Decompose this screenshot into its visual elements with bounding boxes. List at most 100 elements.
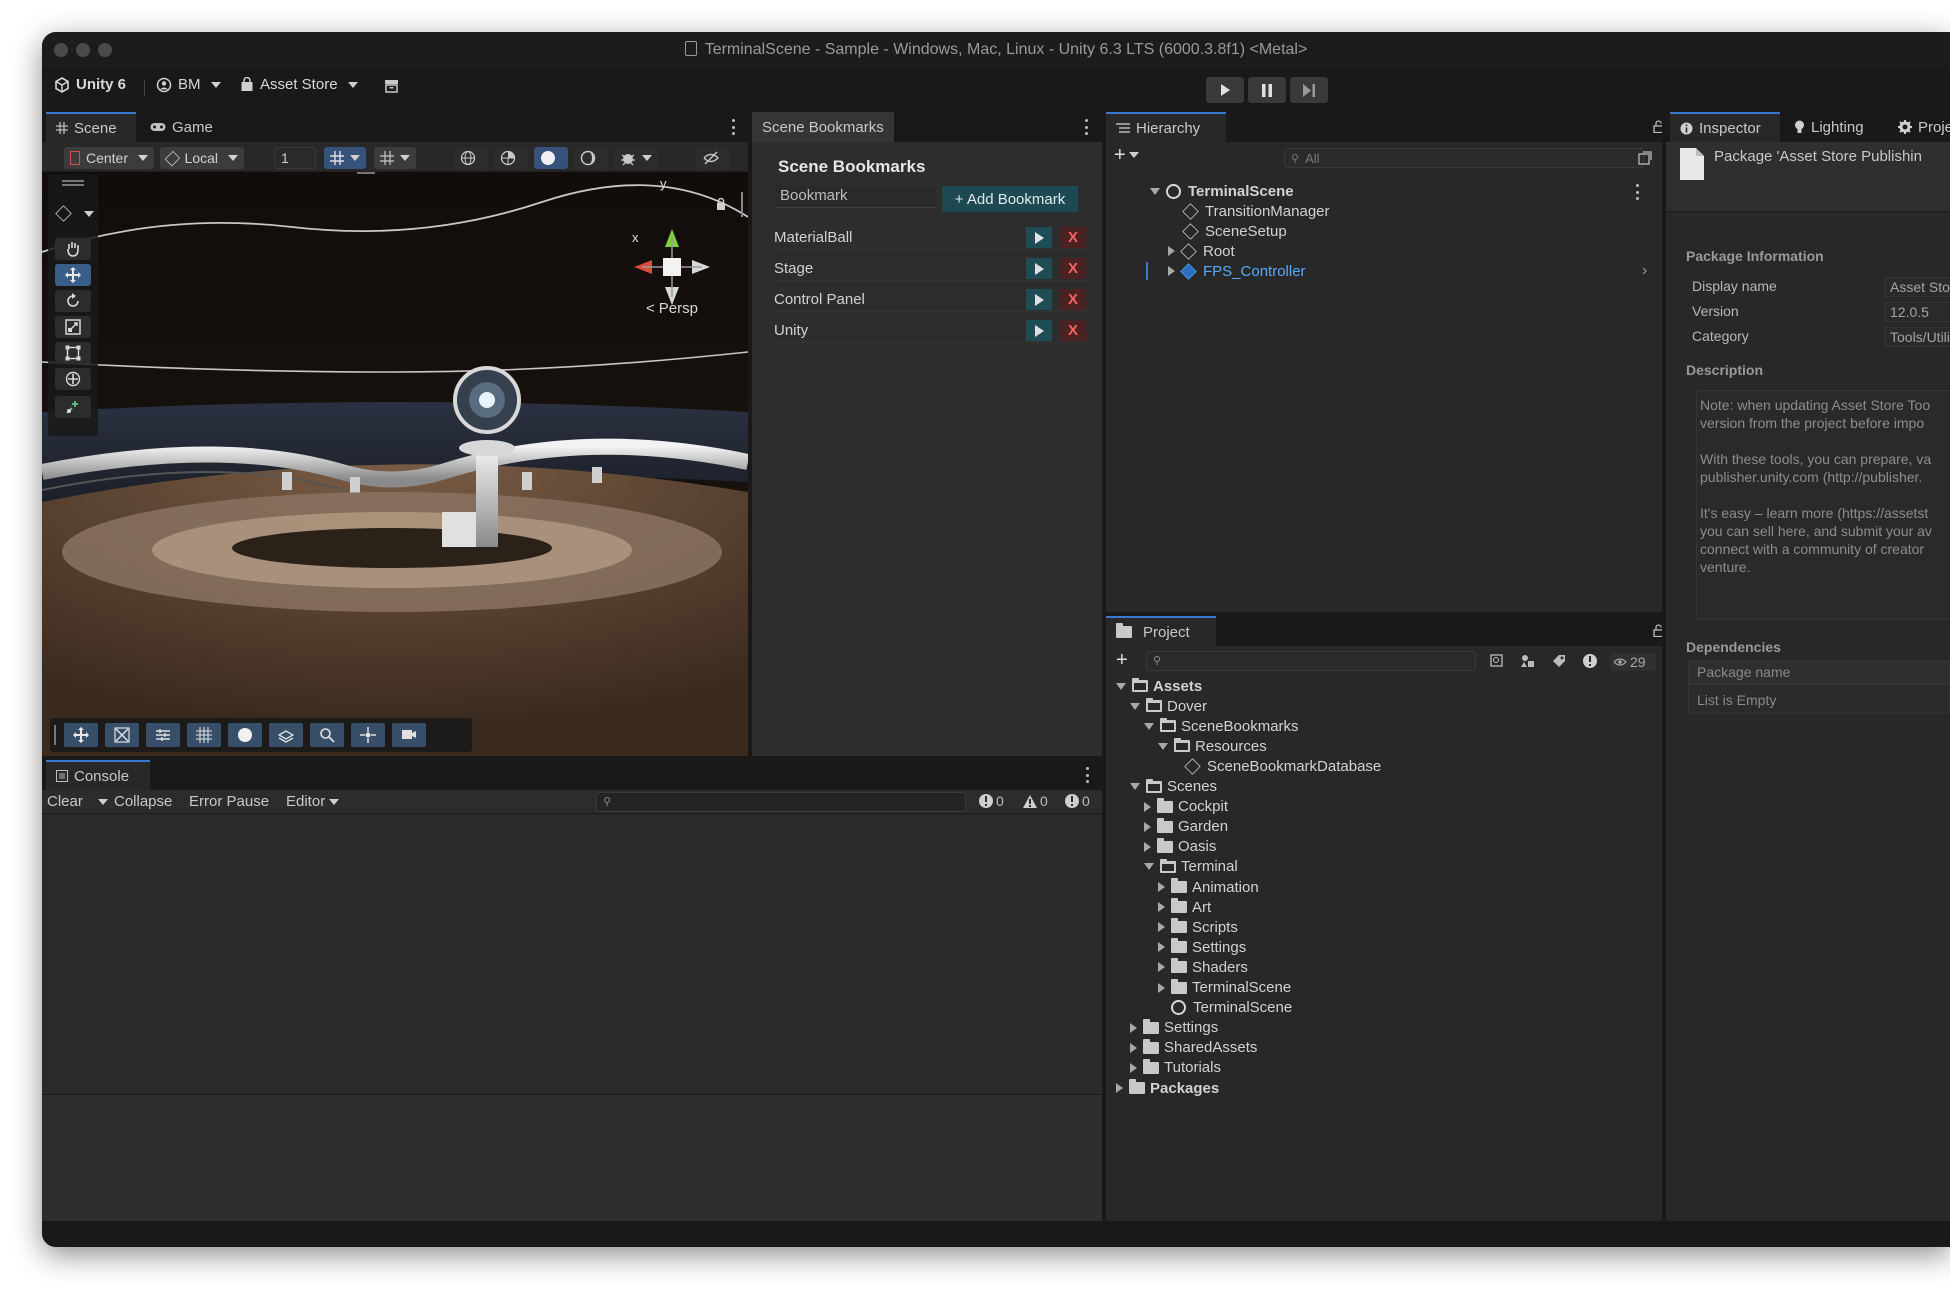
expand-arrow-icon[interactable] [1144, 801, 1151, 812]
hidden-packages-toggle[interactable]: 29 [1610, 653, 1656, 671]
project-tree-item[interactable]: Shaders [1158, 957, 1662, 977]
unity-version-button[interactable]: Unity 6 [54, 76, 126, 93]
project-tree-item[interactable]: Dover [1130, 696, 1662, 716]
tab-project-settings[interactable]: Proje [1888, 112, 1950, 142]
grid-visibility-toggle[interactable] [374, 147, 416, 169]
tab-console[interactable]: Console [46, 760, 150, 790]
editor-target-dropdown[interactable]: Editor [286, 793, 340, 810]
pivot-mode-dropdown[interactable]: Center [64, 147, 154, 169]
expand-arrow-icon[interactable] [1116, 682, 1126, 690]
effects-dropdown[interactable] [614, 147, 658, 169]
drag-handle-icon[interactable] [54, 725, 56, 745]
version-field[interactable]: 12.0.5 [1884, 302, 1950, 322]
create-asset-button[interactable]: + [1116, 650, 1128, 670]
info-circle-icon[interactable] [1582, 653, 1598, 669]
chevron-right-icon[interactable]: › [1642, 262, 1647, 280]
hierarchy-item[interactable]: Root [1168, 241, 1662, 261]
expand-arrow-icon[interactable] [1130, 1042, 1137, 1053]
scene-visibility-icon[interactable] [1638, 151, 1652, 165]
hierarchy-search-input[interactable]: ⚲ All [1284, 148, 1644, 168]
category-field[interactable]: Tools/Utili [1884, 327, 1950, 347]
tab-scene[interactable]: Scene [46, 112, 136, 142]
asset-store-dropdown[interactable]: Asset Store [240, 76, 358, 93]
tab-lighting[interactable]: Lighting [1784, 112, 1874, 142]
expand-arrow-icon[interactable] [1158, 882, 1165, 892]
expand-arrow-icon[interactable] [1158, 962, 1165, 973]
project-tree-item[interactable]: Scripts [1158, 917, 1662, 937]
expand-arrow-icon[interactable] [1158, 742, 1168, 750]
remove-bookmark-button[interactable]: X [1060, 289, 1086, 310]
grid-size-field[interactable]: 1 [274, 147, 316, 169]
hierarchy-item[interactable]: TransitionManager [1182, 201, 1662, 221]
unlit-mode-button[interactable] [574, 147, 608, 169]
scale-tool-button[interactable] [55, 316, 91, 338]
go-to-bookmark-button[interactable] [1026, 227, 1052, 248]
overlay-snap-button[interactable] [269, 723, 303, 747]
hierarchy-item[interactable]: FPS_Controller [1168, 261, 1662, 281]
rect-tool-button[interactable] [55, 342, 91, 364]
add-bookmark-button[interactable]: + Add Bookmark [942, 186, 1078, 212]
hidden-objects-toggle[interactable] [696, 147, 730, 169]
expand-arrow-icon[interactable] [1158, 982, 1165, 993]
project-search-input[interactable]: ⚲ [1146, 651, 1476, 671]
tab-scene-bookmarks[interactable]: Scene Bookmarks [752, 112, 894, 142]
search-by-type-icon[interactable] [1490, 654, 1504, 668]
expand-arrow-icon[interactable] [1168, 246, 1175, 256]
grid-snap-toggle[interactable] [324, 147, 366, 169]
remove-bookmark-button[interactable]: X [1060, 320, 1086, 341]
custom-tool-button[interactable] [55, 396, 91, 418]
remove-bookmark-button[interactable]: X [1060, 227, 1086, 248]
console-log-list[interactable] [42, 814, 1102, 1094]
console-menu-icon[interactable] [1086, 767, 1090, 783]
overlay-move-button[interactable] [64, 723, 98, 747]
expand-arrow-icon[interactable] [1130, 702, 1140, 710]
tab-inspector[interactable]: Inspector [1670, 112, 1780, 142]
project-tree-item[interactable]: TerminalScene [1158, 978, 1662, 998]
project-tree-item[interactable]: Tutorials [1130, 1058, 1662, 1078]
project-tree-item[interactable]: Oasis [1144, 837, 1662, 857]
error-filter-toggle[interactable]: 0 [1064, 793, 1090, 809]
project-tree-item[interactable]: Animation [1158, 877, 1662, 897]
display-name-field[interactable]: Asset Stor [1884, 277, 1950, 297]
expand-arrow-icon[interactable] [1150, 187, 1160, 195]
rotate-tool-button[interactable] [55, 290, 91, 312]
lock-icon[interactable] [716, 198, 726, 210]
project-tree-item[interactable]: Cockpit [1144, 797, 1662, 817]
console-search-input[interactable]: ⚲ [596, 792, 966, 812]
expand-arrow-icon[interactable] [1144, 722, 1154, 730]
project-tree-item[interactable]: SceneBookmarkDatabase [1172, 756, 1662, 776]
clear-button[interactable]: Clear [47, 793, 83, 810]
package-manager-button[interactable] [384, 79, 399, 93]
project-tree-item[interactable]: TerminalScene [1158, 998, 1662, 1018]
clear-options-dropdown[interactable] [98, 799, 108, 805]
expand-arrow-icon[interactable] [1158, 942, 1165, 953]
hierarchy-item[interactable]: SceneSetup [1182, 221, 1662, 241]
transform-tool-button[interactable] [55, 368, 91, 390]
bookmarks-menu-icon[interactable] [1085, 119, 1089, 135]
expand-arrow-icon[interactable] [1116, 1083, 1123, 1093]
label-tag-icon[interactable] [1552, 654, 1566, 668]
tab-game[interactable]: Game [140, 112, 223, 142]
go-to-bookmark-button[interactable] [1026, 289, 1052, 310]
warning-filter-toggle[interactable]: 0 [1022, 793, 1048, 809]
expand-arrow-icon[interactable] [1130, 783, 1140, 790]
overlay-align-button[interactable] [146, 723, 180, 747]
remove-bookmark-button[interactable]: X [1060, 258, 1086, 279]
tab-hierarchy[interactable]: Hierarchy [1106, 112, 1226, 142]
collapse-toggle[interactable]: Collapse [114, 793, 172, 810]
project-tree-item[interactable]: Resources [1158, 736, 1662, 756]
project-tree-item[interactable]: SceneBookmarks [1144, 716, 1662, 736]
project-tree-item[interactable]: Settings [1130, 1018, 1662, 1038]
overlay-sphere-button[interactable] [228, 723, 262, 747]
project-tree-item[interactable]: SharedAssets [1130, 1038, 1662, 1058]
bookmark-name-input[interactable]: Bookmark [776, 186, 936, 208]
project-tree-item[interactable]: Scenes [1130, 777, 1662, 797]
overlay-handle[interactable] [357, 172, 375, 174]
expand-arrow-icon[interactable] [1158, 922, 1165, 933]
overlay-search-button[interactable] [310, 723, 344, 747]
go-to-bookmark-button[interactable] [1026, 258, 1052, 279]
filter-type-icon[interactable] [1520, 654, 1536, 668]
go-to-bookmark-button[interactable] [1026, 320, 1052, 341]
project-tree-item[interactable]: Assets [1116, 676, 1662, 696]
scene-row-menu-icon[interactable] [1636, 184, 1640, 200]
